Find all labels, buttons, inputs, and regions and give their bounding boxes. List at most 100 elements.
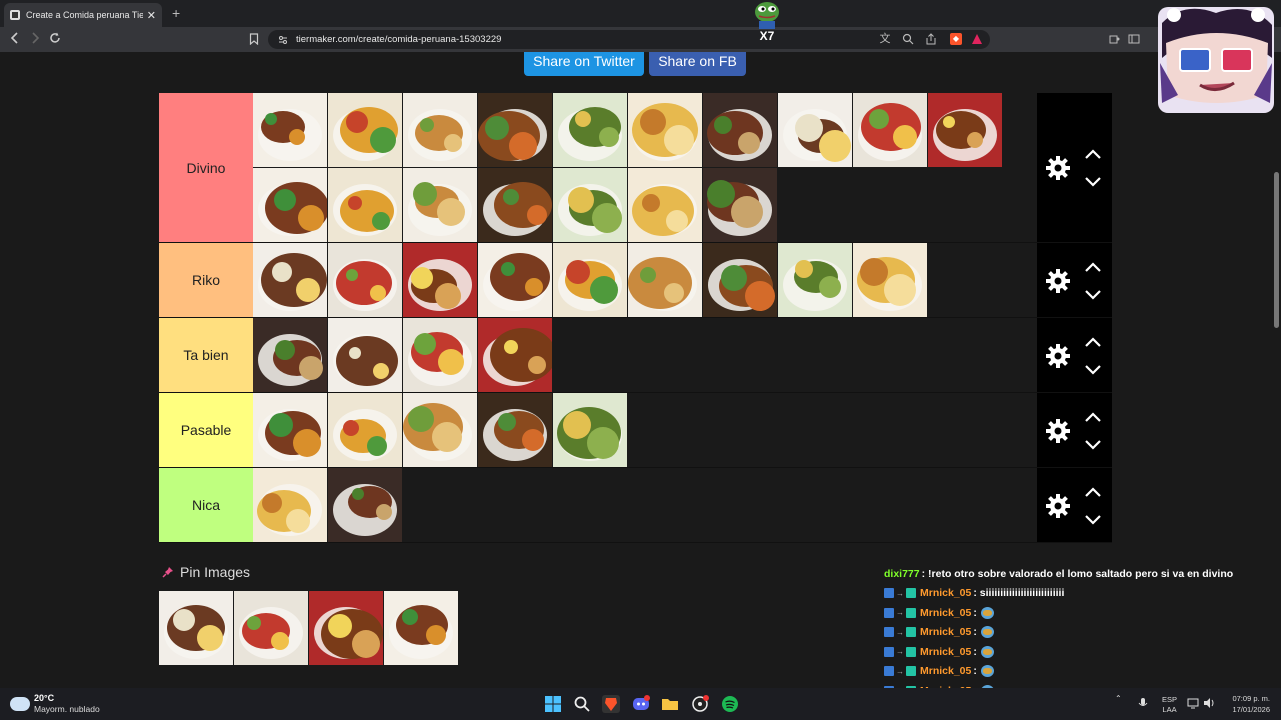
sidebar-toggle-icon[interactable]: [1128, 33, 1140, 45]
tray-overflow-icon[interactable]: ⌃: [1115, 694, 1122, 703]
tier-label[interactable]: Nica: [159, 468, 253, 542]
food-image[interactable]: [328, 243, 402, 317]
site-info-icon[interactable]: [278, 35, 288, 45]
network-icon[interactable]: [1187, 697, 1199, 709]
obs-icon[interactable]: [691, 695, 709, 713]
move-up-chevron-icon[interactable]: [1084, 486, 1102, 498]
translate-icon[interactable]: 文: [879, 33, 891, 45]
food-image[interactable]: [253, 243, 327, 317]
tier-label[interactable]: Pasable: [159, 393, 253, 467]
bookmark-icon[interactable]: [249, 33, 259, 45]
food-image[interactable]: [403, 393, 477, 467]
food-image[interactable]: [778, 93, 852, 167]
food-image[interactable]: [328, 93, 402, 167]
brave-browser-icon[interactable]: [602, 695, 620, 713]
food-image[interactable]: [403, 93, 477, 167]
share-facebook-button[interactable]: Share on FB: [649, 52, 746, 76]
food-image[interactable]: [328, 318, 402, 392]
food-image[interactable]: [703, 93, 777, 167]
food-image[interactable]: [403, 318, 477, 392]
food-image[interactable]: [328, 393, 402, 467]
microphone-icon[interactable]: [1137, 697, 1149, 709]
food-image[interactable]: [703, 243, 777, 317]
zoom-icon[interactable]: [902, 33, 914, 45]
food-image[interactable]: [478, 93, 552, 167]
food-image[interactable]: [253, 393, 327, 467]
move-up-chevron-icon[interactable]: [1084, 261, 1102, 273]
gear-icon[interactable]: [1045, 268, 1071, 294]
system-clock[interactable]: 07:09 p. m. 17/01/2026: [1226, 693, 1270, 715]
tier-label[interactable]: Riko: [159, 243, 253, 317]
forward-arrow-icon[interactable]: [29, 31, 41, 45]
new-tab-button[interactable]: +: [172, 5, 180, 21]
food-image[interactable]: [478, 168, 552, 242]
food-image[interactable]: [928, 93, 1002, 167]
move-up-chevron-icon[interactable]: [1084, 148, 1102, 160]
food-image[interactable]: [628, 93, 702, 167]
food-image[interactable]: [253, 468, 327, 542]
gear-icon[interactable]: [1045, 343, 1071, 369]
tier-items[interactable]: [253, 93, 1037, 242]
food-image[interactable]: [328, 168, 402, 242]
food-image[interactable]: [553, 168, 627, 242]
food-image[interactable]: [553, 243, 627, 317]
gear-icon[interactable]: [1045, 418, 1071, 444]
pinned-food-image[interactable]: [309, 591, 384, 666]
food-image[interactable]: [628, 243, 702, 317]
food-image[interactable]: [478, 318, 556, 392]
search-icon[interactable]: [573, 695, 591, 713]
move-up-chevron-icon[interactable]: [1084, 411, 1102, 423]
tab-close-icon[interactable]: ✕: [147, 9, 156, 22]
windows-start-icon[interactable]: [544, 695, 562, 713]
food-image[interactable]: [403, 243, 477, 317]
brave-rewards-icon[interactable]: [971, 33, 983, 45]
food-image[interactable]: [553, 93, 627, 167]
move-down-chevron-icon[interactable]: [1084, 439, 1102, 451]
language-indicator[interactable]: ESP LAA: [1162, 695, 1177, 715]
tier-label[interactable]: Ta bien: [159, 318, 253, 392]
chat-badge-icon: [884, 627, 894, 638]
file-explorer-icon[interactable]: [661, 695, 679, 713]
move-down-chevron-icon[interactable]: [1084, 364, 1102, 376]
back-arrow-icon[interactable]: [9, 31, 21, 45]
gear-icon[interactable]: [1045, 493, 1071, 519]
gear-icon[interactable]: [1045, 155, 1071, 181]
browser-tab[interactable]: Create a Comida peruana Tier Li ✕: [4, 3, 162, 27]
food-image[interactable]: [253, 93, 327, 167]
food-image[interactable]: [703, 168, 777, 242]
food-image[interactable]: [778, 243, 852, 317]
share-page-icon[interactable]: [925, 33, 937, 45]
food-image[interactable]: [253, 318, 327, 392]
scrollbar-thumb[interactable]: [1274, 172, 1279, 328]
pinned-food-image[interactable]: [234, 591, 309, 666]
brave-shields-icon[interactable]: ◆: [950, 33, 962, 45]
tier-items[interactable]: [253, 468, 1037, 542]
food-image[interactable]: [853, 243, 927, 317]
extensions-icon[interactable]: [1108, 33, 1120, 45]
share-twitter-button[interactable]: Share on Twitter: [524, 52, 644, 76]
food-image[interactable]: [403, 168, 477, 242]
tier-label[interactable]: Divino: [159, 93, 253, 242]
food-image[interactable]: [478, 243, 552, 317]
pepe-frog-emote: X7: [755, 2, 779, 42]
food-image[interactable]: [553, 393, 627, 467]
food-image[interactable]: [853, 93, 927, 167]
tier-items[interactable]: [253, 243, 1037, 317]
food-image[interactable]: [253, 168, 329, 242]
reload-icon[interactable]: [48, 31, 62, 45]
move-up-chevron-icon[interactable]: [1084, 336, 1102, 348]
discord-icon[interactable]: [632, 695, 650, 713]
pinned-food-image[interactable]: [159, 591, 234, 666]
tier-items[interactable]: [253, 318, 1037, 392]
food-image[interactable]: [628, 168, 702, 242]
food-image[interactable]: [478, 393, 552, 467]
spotify-icon[interactable]: [721, 695, 739, 713]
food-image[interactable]: [328, 468, 402, 542]
volume-icon[interactable]: [1203, 697, 1215, 709]
move-down-chevron-icon[interactable]: [1084, 514, 1102, 526]
tier-items[interactable]: [253, 393, 1037, 467]
pinned-food-image[interactable]: [384, 591, 459, 666]
move-down-chevron-icon[interactable]: [1084, 176, 1102, 188]
move-down-chevron-icon[interactable]: [1084, 289, 1102, 301]
weather-widget[interactable]: 20°C Mayorm. nublado: [10, 693, 100, 715]
